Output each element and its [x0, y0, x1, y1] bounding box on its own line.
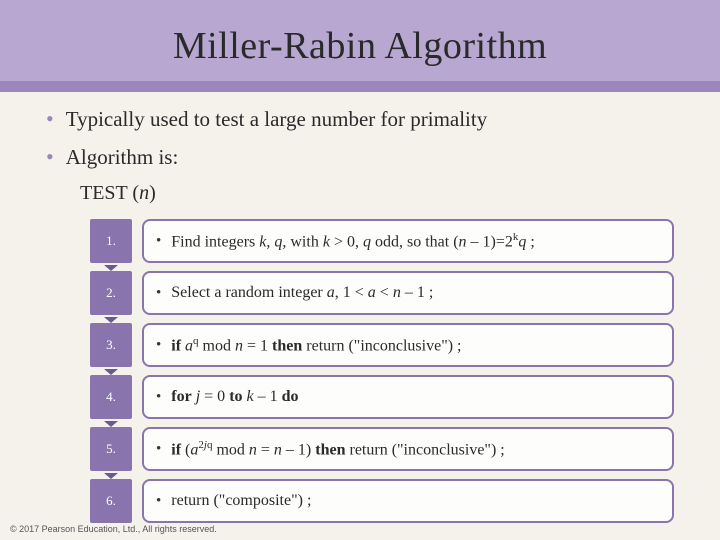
step-number-badge: 4.: [90, 375, 132, 419]
step-number-badge: 3.: [90, 323, 132, 367]
bullet-item: • Algorithm is:: [46, 144, 684, 170]
step-body: • for j = 0 to k – 1 do: [142, 375, 674, 419]
bullet-text: Typically used to test a large number fo…: [66, 106, 488, 132]
steps-list: 1. • Find integers k, q, with k > 0, q o…: [90, 219, 674, 523]
step-row: 3. • if aq mod n = 1 then return ("incon…: [90, 323, 674, 367]
step-number-badge: 1.: [90, 219, 132, 263]
bullet-icon: •: [156, 337, 161, 354]
slide-title: Miller-Rabin Algorithm: [173, 24, 547, 68]
step-row: 2. • Select a random integer a, 1 < a < …: [90, 271, 674, 315]
test-var: n: [139, 182, 149, 204]
step-text: if aq mod n = 1 then return ("inconclusi…: [171, 335, 461, 355]
step-row: 5. • if (a2jq mod n = n – 1) then return…: [90, 427, 674, 471]
step-number-badge: 6.: [90, 479, 132, 523]
step-row: 6. • return ("composite") ;: [90, 479, 674, 523]
bullet-icon: •: [156, 389, 161, 406]
bullet-text: Algorithm is:: [66, 144, 179, 170]
step-body: • Find integers k, q, with k > 0, q odd,…: [142, 219, 674, 263]
step-number-badge: 2.: [90, 271, 132, 315]
bullet-icon: •: [46, 106, 54, 132]
bullet-icon: •: [156, 441, 161, 458]
content-area: • Typically used to test a large number …: [0, 92, 720, 523]
step-number-badge: 5.: [90, 427, 132, 471]
test-prefix: TEST (: [80, 182, 139, 204]
step-body: • return ("composite") ;: [142, 479, 674, 523]
step-text: Select a random integer a, 1 < a < n – 1…: [171, 284, 433, 302]
step-text: return ("composite") ;: [171, 492, 311, 510]
copyright-footer: © 2017 Pearson Education, Ltd., All righ…: [10, 524, 217, 534]
bullet-icon: •: [156, 493, 161, 510]
test-label: TEST (n): [80, 182, 684, 205]
bullet-icon: •: [46, 144, 54, 170]
step-row: 4. • for j = 0 to k – 1 do: [90, 375, 674, 419]
test-suffix: ): [149, 182, 156, 204]
step-row: 1. • Find integers k, q, with k > 0, q o…: [90, 219, 674, 263]
step-body: • if (a2jq mod n = n – 1) then return ("…: [142, 427, 674, 471]
step-text: if (a2jq mod n = n – 1) then return ("in…: [171, 439, 504, 459]
step-text: for j = 0 to k – 1 do: [171, 388, 298, 406]
bullet-icon: •: [156, 233, 161, 250]
bullet-item: • Typically used to test a large number …: [46, 106, 684, 132]
step-body: • if aq mod n = 1 then return ("inconclu…: [142, 323, 674, 367]
bullet-icon: •: [156, 285, 161, 302]
step-text: Find integers k, q, with k > 0, q odd, s…: [171, 231, 535, 251]
step-body: • Select a random integer a, 1 < a < n –…: [142, 271, 674, 315]
header-band: Miller-Rabin Algorithm: [0, 0, 720, 92]
